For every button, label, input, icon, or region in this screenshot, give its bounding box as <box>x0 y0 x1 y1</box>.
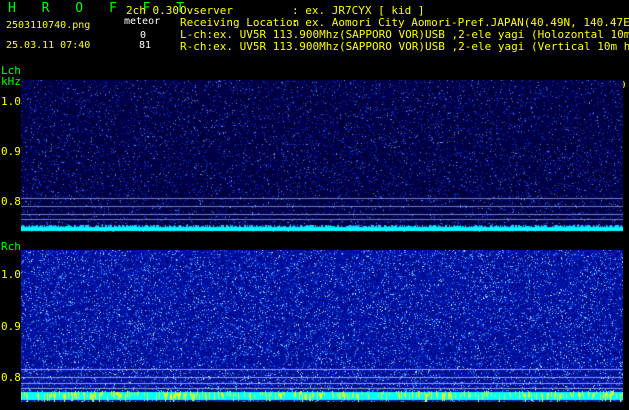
rch-ytick-0.9: 0.9 <box>1 320 21 333</box>
meteor-label: meteor <box>124 16 161 27</box>
rch-spectrogram[interactable] <box>21 250 623 402</box>
lch-unit-label: kHz <box>1 75 21 88</box>
lch-ytick-0.9: 0.9 <box>1 145 21 158</box>
meteor-count-rch: 81 <box>139 40 152 51</box>
rch-receiver-info: R-ch:ex. UV5R 113.900Mhz(SAPPORO VOR)USB… <box>180 40 629 53</box>
lch-ytick-1.0: 1.0 <box>1 95 21 108</box>
rch-label: Rch <box>1 240 21 253</box>
filename-label: 2503110740.png <box>6 20 91 31</box>
lch-ytick-0.8: 0.8 <box>1 195 21 208</box>
rch-ytick-0.8: 0.8 <box>1 371 21 384</box>
datetime-label: 25.03.11 07:40 <box>6 40 91 51</box>
lch-spectrogram[interactable] <box>21 80 623 232</box>
rch-ytick-1.0: 1.0 <box>1 268 21 281</box>
hroffft-window: H R O F F T 2ch 0.30 2503110740.png mete… <box>0 0 629 410</box>
